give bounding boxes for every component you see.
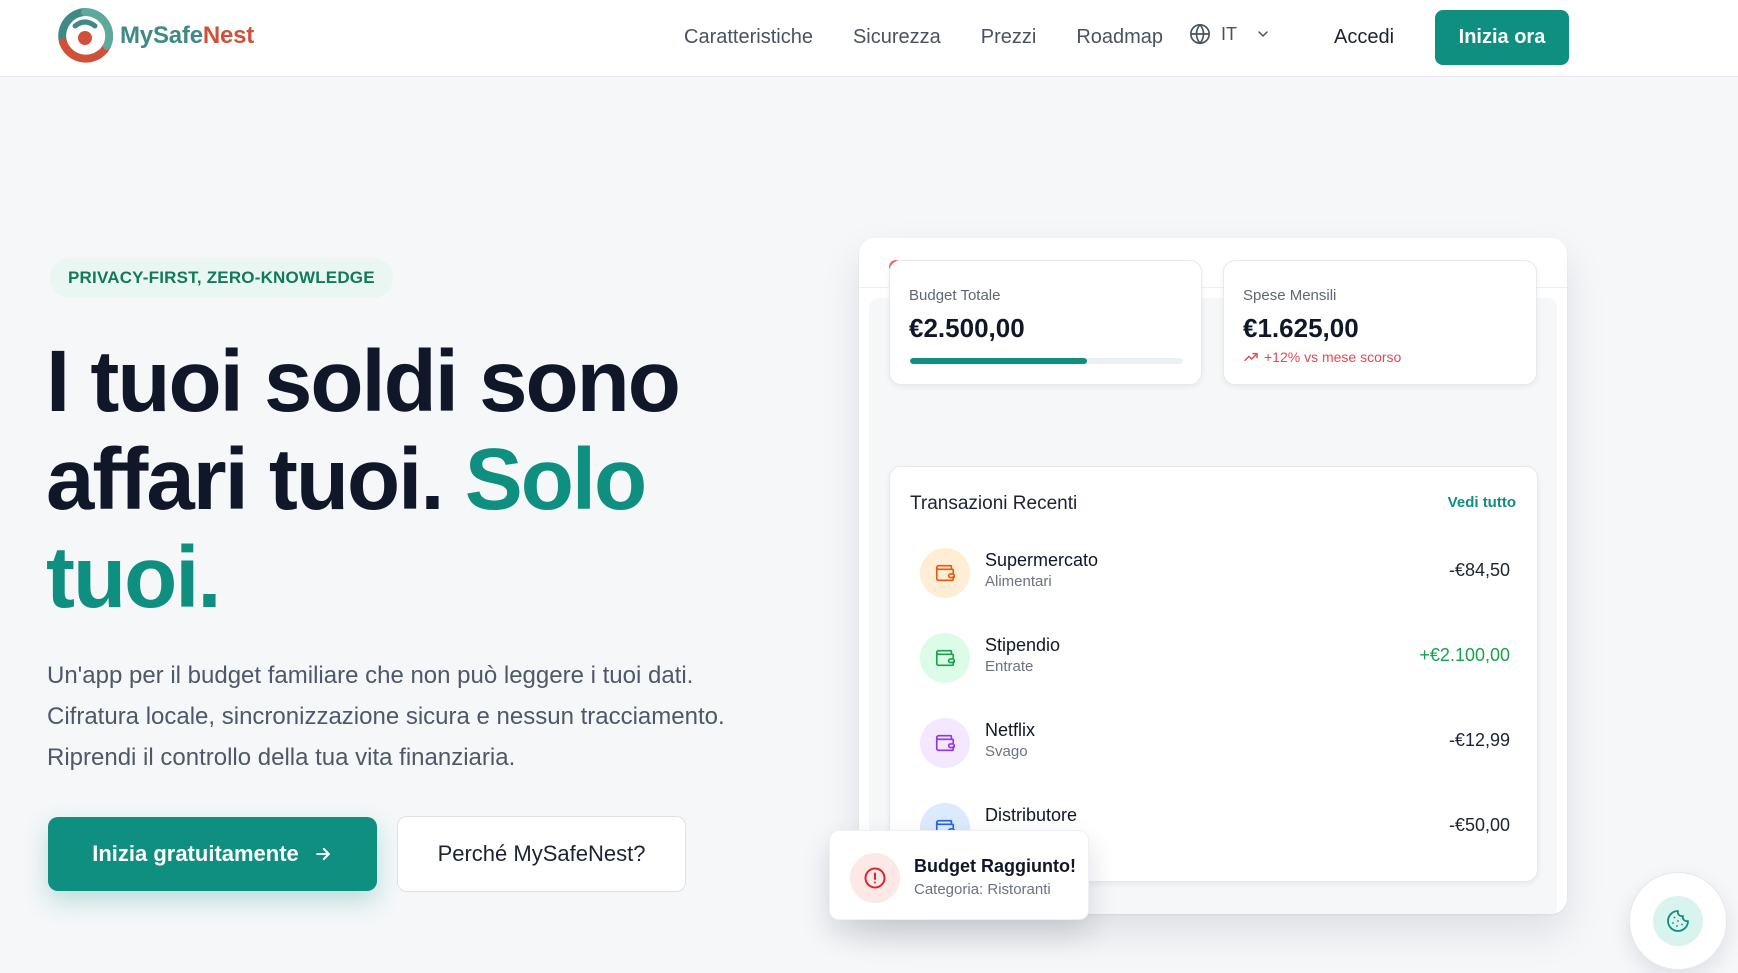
recent-transactions-card: Transazioni Recenti Vedi tutto Supermerc… bbox=[889, 466, 1538, 882]
wallet-icon bbox=[920, 548, 970, 598]
top-navbar: MySafeNest Caratteristiche Sicurezza Pre… bbox=[0, 0, 1738, 77]
globe-icon bbox=[1190, 23, 1210, 45]
nav-link-caratteristiche[interactable]: Caratteristiche bbox=[684, 26, 813, 49]
nav-link-prezzi[interactable]: Prezzi bbox=[981, 26, 1037, 49]
chevron-down-icon bbox=[1258, 31, 1268, 38]
wallet-icon bbox=[920, 718, 970, 768]
transactions-title: Transazioni Recenti bbox=[910, 493, 1078, 514]
transaction-name: Distributore bbox=[985, 805, 1078, 825]
nav-links: Caratteristiche Sicurezza Prezzi Roadmap bbox=[684, 26, 1203, 49]
privacy-badge: PRIVACY-FIRST, ZERO-KNOWLEDGE bbox=[50, 258, 393, 298]
brand-logo[interactable]: MySafeNest bbox=[57, 8, 254, 64]
transaction-amount: -€50,00 bbox=[1448, 815, 1510, 835]
total-budget-card: Budget Totale €2.500,00 bbox=[889, 260, 1202, 385]
transaction-category: Entrate bbox=[985, 658, 1034, 675]
wallet-icon bbox=[920, 633, 970, 683]
total-budget-value: €2.500,00 bbox=[909, 313, 1025, 343]
signin-link[interactable]: Accedi bbox=[1334, 26, 1394, 49]
transaction-row[interactable]: Supermercato Alimentari -€84,50 bbox=[920, 546, 1510, 602]
transaction-amount: -€84,50 bbox=[1448, 560, 1510, 580]
transaction-category: Alimentari bbox=[985, 573, 1052, 590]
cookie-icon bbox=[1653, 896, 1703, 946]
transaction-name: Supermercato bbox=[985, 550, 1099, 570]
monthly-spending-card: Spese Mensili €1.625,00 +12% vs mese sco… bbox=[1223, 260, 1537, 385]
transaction-name: Stipendio bbox=[985, 635, 1061, 655]
hero-subtitle: Un'app per il budget familiare che non p… bbox=[47, 655, 767, 778]
toast-title: Budget Raggiunto! bbox=[914, 856, 1076, 876]
why-mysafenest-button[interactable]: Perché MySafeNest? bbox=[397, 816, 686, 892]
monthly-spending-value: €1.625,00 bbox=[1243, 313, 1359, 343]
transaction-name: Netflix bbox=[985, 720, 1036, 740]
hero-subtitle-line3: Riprendi il controllo della tua vita fin… bbox=[47, 744, 516, 771]
hero-title: I tuoi soldi sono affari tuoi. Solo tuoi… bbox=[46, 333, 766, 627]
transaction-row[interactable]: Stipendio Entrate +€2.100,00 bbox=[920, 631, 1510, 687]
transaction-row[interactable]: Netflix Svago -€12,99 bbox=[920, 716, 1510, 772]
hero-subtitle-line2: Cifratura locale, sincronizzazione sicur… bbox=[47, 703, 725, 730]
brand-name: MySafeNest bbox=[120, 22, 255, 49]
total-budget-label: Budget Totale bbox=[909, 287, 1001, 304]
transaction-category: Svago bbox=[985, 743, 1028, 760]
alert-circle-icon bbox=[850, 853, 900, 903]
spending-trend: +12% vs mese scorso bbox=[1243, 349, 1401, 365]
hero-title-line2: affari tuoi. bbox=[46, 431, 465, 528]
budget-progress-fill bbox=[910, 358, 1088, 364]
spending-trend-text: +12% vs mese scorso bbox=[1264, 349, 1402, 365]
see-all-link[interactable]: Vedi tutto bbox=[1448, 494, 1516, 511]
monthly-spending-label: Spese Mensili bbox=[1243, 287, 1337, 304]
language-code: IT bbox=[1221, 23, 1237, 44]
start-now-button[interactable]: Inizia ora bbox=[1435, 10, 1569, 65]
nav-link-roadmap[interactable]: Roadmap bbox=[1076, 26, 1163, 49]
cookie-settings-button[interactable] bbox=[1629, 872, 1727, 970]
transaction-amount: -€12,99 bbox=[1448, 730, 1510, 750]
transaction-amount: +€2.100,00 bbox=[1419, 645, 1510, 665]
hero-subtitle-line1: Un'app per il budget familiare che non p… bbox=[47, 662, 694, 689]
start-free-label: Inizia gratuitamente bbox=[92, 841, 299, 866]
hero-title-line1: I tuoi soldi sono bbox=[46, 333, 681, 430]
hero-title-accent: Solo bbox=[464, 431, 647, 528]
start-free-button[interactable]: Inizia gratuitamente bbox=[48, 817, 377, 891]
arrow-right-icon bbox=[315, 848, 330, 860]
logo-icon bbox=[58, 8, 113, 63]
hero-title-accent-2: tuoi. bbox=[46, 529, 222, 626]
trending-up-icon bbox=[1244, 352, 1258, 362]
toast-subtitle: Categoria: Ristoranti bbox=[914, 881, 1051, 898]
nav-link-sicurezza[interactable]: Sicurezza bbox=[853, 26, 941, 49]
budget-progress-bar bbox=[910, 358, 1183, 364]
budget-alert-toast[interactable]: Budget Raggiunto! Categoria: Ristoranti bbox=[829, 830, 1089, 920]
language-selector[interactable]: IT bbox=[1189, 23, 1271, 45]
